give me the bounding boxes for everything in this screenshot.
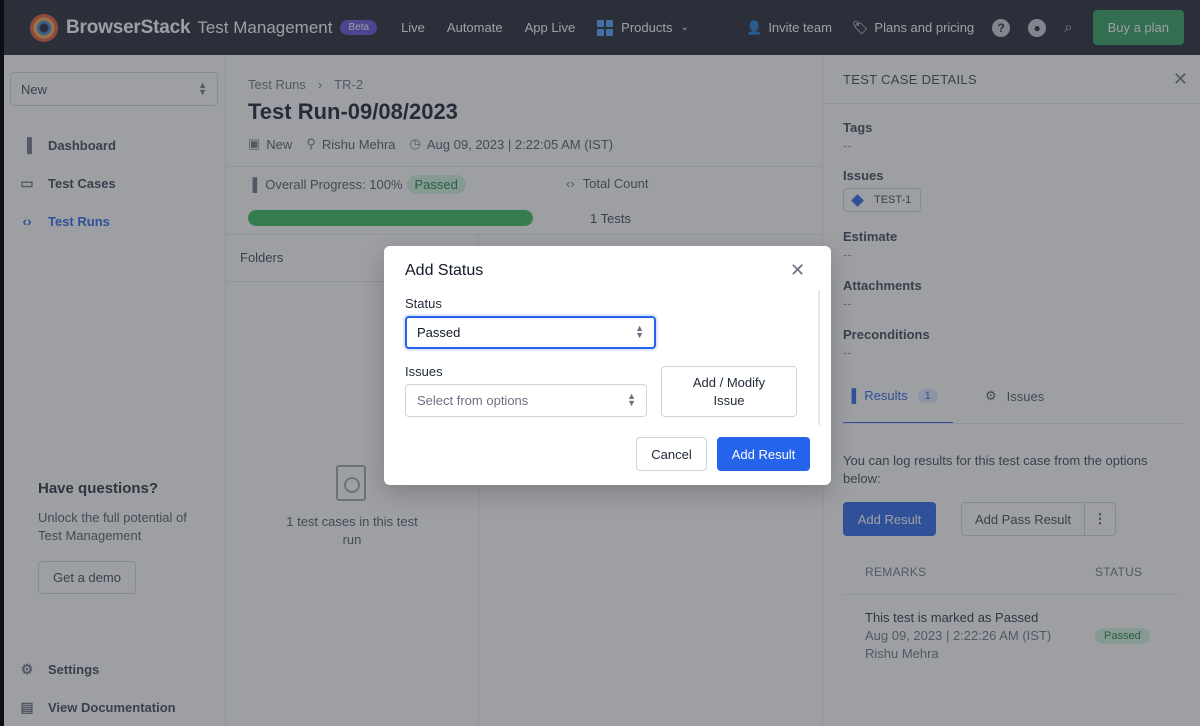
issues-label: Issues <box>405 364 443 379</box>
updown-chevron-icon: ▲▼ <box>627 391 636 408</box>
close-icon[interactable]: ✕ <box>790 260 805 281</box>
modal-scrollbar[interactable] <box>818 290 820 425</box>
status-label: Status <box>405 296 442 311</box>
status-select[interactable]: Passed ▲ ▼ <box>405 316 656 349</box>
status-select-value: Passed <box>417 325 461 340</box>
add-modify-issue-label: Add / Modify Issue <box>692 374 766 408</box>
issues-select[interactable]: Select from options ▲ ▼ <box>405 384 647 417</box>
cancel-button[interactable]: Cancel <box>636 437 707 471</box>
add-modify-issue-button[interactable]: Add / Modify Issue <box>661 366 797 417</box>
add-result-submit-button[interactable]: Add Result <box>717 437 810 471</box>
updown-chevron-icon: ▲▼ <box>635 323 644 340</box>
issues-select-placeholder: Select from options <box>417 393 529 408</box>
window-edge <box>0 0 4 726</box>
modal-title: Add Status <box>405 262 484 279</box>
add-status-modal: Add Status ✕ Status Passed ▲ ▼ Issues Sel… <box>384 246 831 485</box>
